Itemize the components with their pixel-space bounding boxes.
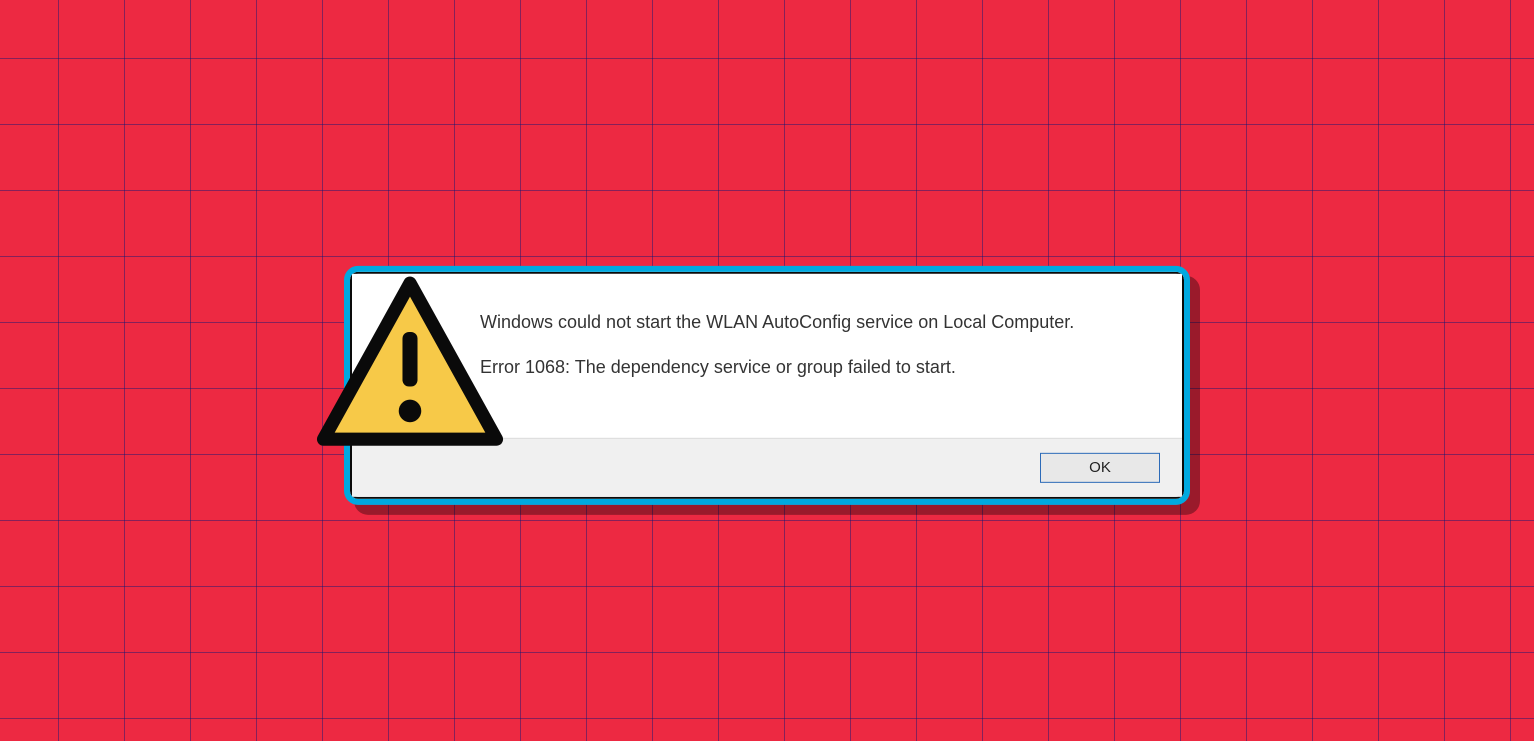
dialog-frame: Windows could not start the WLAN AutoCon… [344, 265, 1190, 504]
dialog-message-line-2: Error 1068: The dependency service or gr… [480, 355, 1074, 380]
ok-button[interactable]: OK [1040, 452, 1160, 482]
dialog-message-line-1: Windows could not start the WLAN AutoCon… [480, 309, 1074, 334]
error-dialog: Windows could not start the WLAN AutoCon… [344, 265, 1190, 504]
dialog-footer: OK [352, 437, 1182, 496]
dialog-body: Windows could not start the WLAN AutoCon… [352, 273, 1182, 437]
dialog-message: Windows could not start the WLAN AutoCon… [480, 309, 1074, 413]
